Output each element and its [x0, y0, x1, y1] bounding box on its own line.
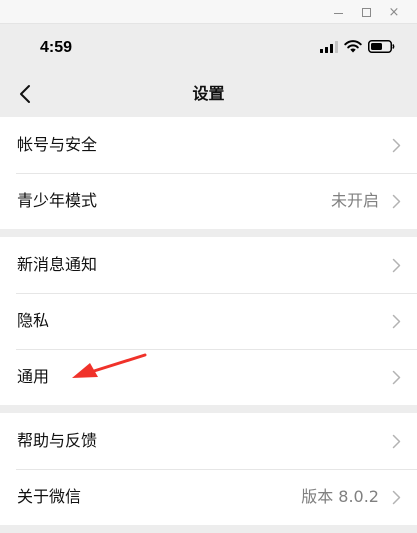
- status-bar: 4:59: [0, 24, 417, 72]
- navigation-bar: 设置: [0, 72, 417, 116]
- chevron-right-icon: [392, 314, 401, 329]
- settings-group-general: 新消息通知 隐私 通用: [0, 237, 417, 405]
- settings-item-teen-mode[interactable]: 青少年模式 未开启: [0, 173, 417, 229]
- page-title: 设置: [192, 84, 225, 103]
- settings-group-about: 帮助与反馈 关于微信 版本 8.0.2: [0, 413, 417, 525]
- settings-item-label: 隐私: [17, 311, 50, 330]
- close-icon: ×: [388, 4, 400, 20]
- chevron-right-icon: [392, 370, 401, 385]
- settings-item-account-security[interactable]: 帐号与安全: [0, 117, 417, 173]
- settings-item-label: 关于微信: [17, 487, 82, 506]
- chevron-right-icon: [392, 138, 401, 153]
- chevron-right-icon: [392, 434, 401, 449]
- settings-item-label: 帐号与安全: [17, 135, 98, 154]
- wifi-icon: [344, 40, 362, 53]
- settings-item-notifications[interactable]: 新消息通知: [0, 237, 417, 293]
- settings-item-about-wechat[interactable]: 关于微信 版本 8.0.2: [0, 469, 417, 525]
- maximize-button[interactable]: [353, 0, 379, 24]
- minimize-icon: [333, 12, 343, 14]
- settings-item-label: 新消息通知: [17, 255, 98, 274]
- minimize-button[interactable]: [325, 0, 351, 24]
- window-title-bar: ×: [0, 0, 417, 24]
- settings-item-label: 通用: [17, 367, 50, 386]
- settings-item-label: 青少年模式: [17, 191, 98, 210]
- chevron-right-icon: [392, 194, 401, 209]
- settings-item-general[interactable]: 通用: [0, 349, 417, 405]
- settings-item-privacy[interactable]: 隐私: [0, 293, 417, 349]
- status-time: 4:59: [40, 39, 73, 56]
- settings-item-value: 版本 8.0.2: [301, 487, 379, 506]
- chevron-right-icon: [392, 490, 401, 505]
- signal-icon: [320, 41, 338, 53]
- close-button[interactable]: ×: [381, 0, 407, 24]
- settings-item-value: 未开启: [330, 191, 379, 210]
- settings-group-account: 帐号与安全 青少年模式 未开启: [0, 117, 417, 229]
- battery-icon: [368, 40, 395, 53]
- settings-item-label: 帮助与反馈: [17, 431, 98, 450]
- maximize-icon: [361, 7, 371, 17]
- settings-item-help-feedback[interactable]: 帮助与反馈: [0, 413, 417, 469]
- chevron-right-icon: [392, 258, 401, 273]
